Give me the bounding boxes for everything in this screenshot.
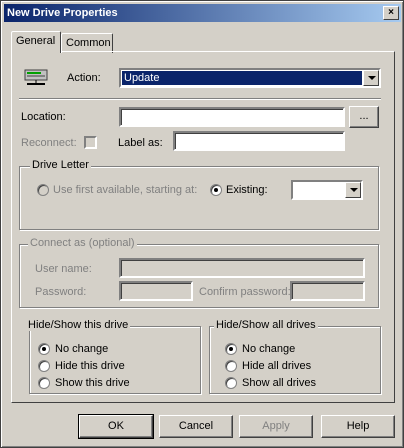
network-drive-icon: [23, 67, 51, 87]
drive-no-change-label: No change: [55, 343, 109, 355]
hide-this-drive-radio[interactable]: [38, 360, 50, 372]
location-input[interactable]: [119, 107, 345, 127]
existing-label: Existing:: [226, 184, 268, 196]
label-as-label: Label as:: [118, 137, 163, 149]
cancel-button[interactable]: Cancel: [159, 415, 233, 438]
use-first-label: Use first available, starting at:: [53, 184, 198, 196]
action-select[interactable]: Update: [119, 68, 381, 88]
chevron-down-icon[interactable]: [345, 182, 361, 198]
drive-no-change-radio[interactable]: [38, 343, 50, 355]
location-label: Location:: [21, 111, 66, 123]
show-all-drives-label: Show all drives: [242, 377, 316, 389]
show-this-drive-label: Show this drive: [55, 377, 130, 389]
action-label: Action:: [67, 72, 101, 84]
all-no-change-radio[interactable]: [225, 343, 237, 355]
dialog-window: New Drive Properties × General Common Ac…: [0, 0, 404, 448]
ok-button[interactable]: OK: [78, 414, 154, 439]
password-input[interactable]: [119, 281, 193, 301]
hide-this-drive-label: Hide this drive: [55, 360, 125, 372]
chevron-down-icon[interactable]: [363, 70, 379, 86]
apply-button[interactable]: Apply: [239, 415, 313, 438]
tab-common-label: Common: [66, 37, 111, 49]
password-label: Password:: [35, 286, 87, 298]
confirm-password-label: Confirm password:: [199, 286, 291, 298]
action-value: Update: [122, 71, 362, 85]
username-input[interactable]: [119, 258, 365, 278]
hide-show-drive-title: Hide/Show this drive: [26, 319, 131, 331]
existing-radio[interactable]: [210, 184, 222, 196]
drive-letter-title: Drive Letter: [30, 159, 91, 171]
divider: [19, 98, 381, 100]
hide-all-drives-radio[interactable]: [225, 360, 237, 372]
close-button[interactable]: ×: [383, 6, 399, 20]
confirm-password-input[interactable]: [290, 281, 365, 301]
hide-show-all-title: Hide/Show all drives: [214, 319, 318, 331]
tab-common[interactable]: Common: [61, 33, 113, 53]
all-no-change-label: No change: [242, 343, 296, 355]
hide-all-drives-label: Hide all drives: [242, 360, 312, 372]
tab-general[interactable]: General: [11, 31, 61, 53]
show-all-drives-radio[interactable]: [225, 377, 237, 389]
browse-button[interactable]: ...: [349, 106, 379, 128]
existing-drive-select[interactable]: [291, 180, 363, 200]
help-button[interactable]: Help: [321, 415, 395, 438]
connect-as-title: Connect as (optional): [28, 237, 137, 249]
show-this-drive-radio[interactable]: [38, 377, 50, 389]
use-first-radio[interactable]: [37, 184, 49, 196]
label-as-input[interactable]: [173, 131, 345, 151]
title-bar: New Drive Properties ×: [4, 4, 401, 22]
reconnect-label: Reconnect:: [21, 137, 77, 149]
tab-general-label: General: [16, 35, 56, 47]
reconnect-checkbox[interactable]: [84, 136, 97, 149]
username-label: User name:: [35, 263, 92, 275]
window-title: New Drive Properties: [7, 7, 118, 19]
